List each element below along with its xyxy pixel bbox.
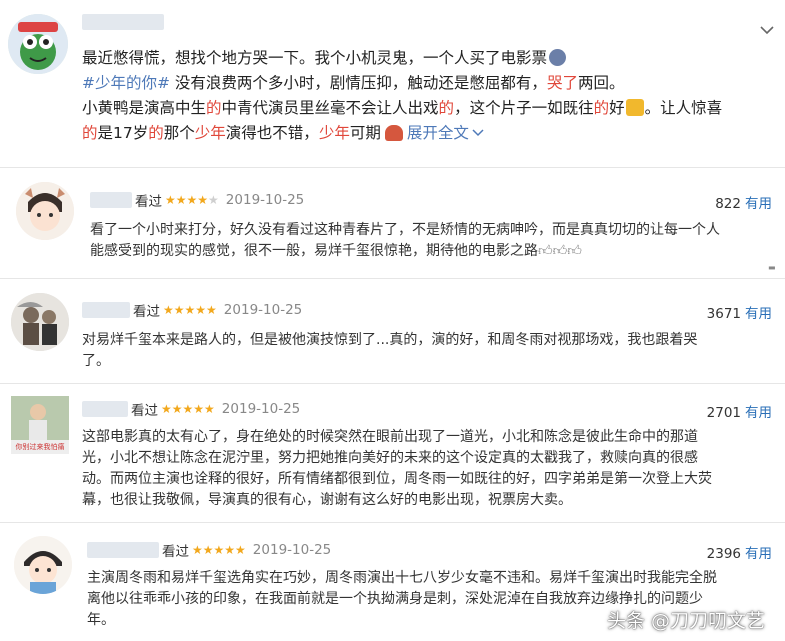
useful-vote[interactable]: 2396 有用 (707, 542, 772, 562)
useful-vote[interactable]: 822 有用 (715, 192, 772, 212)
cake-emoji-icon (384, 125, 403, 141)
reviewer-name-redacted[interactable] (82, 401, 128, 417)
photo-avatar-icon (11, 396, 69, 440)
review-meta: 看过 ★★★★★ 2019-10-25 (87, 541, 331, 560)
reviewer-name-redacted[interactable] (87, 542, 159, 558)
photo-avatar-icon (11, 293, 69, 351)
scroll-indicator: ▬ (768, 263, 776, 272)
chevron-down-icon (472, 129, 484, 137)
post-line-1: 最近憋得慌，想找个地方哭一下。我个小机灵鬼，一个人买了电影票 (82, 46, 782, 71)
thumbs-up-icon: 👍︎👍︎👍︎ (538, 243, 582, 259)
emoji-icon (549, 49, 567, 66)
review-divider (0, 522, 785, 523)
post-body: 最近憋得慌，想找个地方哭一下。我个小机灵鬼，一个人买了电影票 #少年的你# 没有… (82, 46, 782, 146)
chevron-down-icon[interactable] (760, 20, 774, 35)
review-text: 看了一个小时来打分，好久没有看过这种青春片了，不是矫情的无病呻吟，而是真真切切的… (90, 222, 720, 259)
review-text: 对易烊千玺本来是路人的，但是被他演技惊到了...真的，演的好，和周冬雨对视那场戏… (82, 332, 698, 369)
post-line-3: 小黄鸭是演高中生的中青代演员里丝毫不会让人出戏的，这个片子一如既往的好 。让人惊喜 (82, 99, 723, 117)
star-rating: ★★★★★ (165, 193, 219, 207)
post-divider (0, 167, 785, 168)
hashtag-link[interactable]: #少年的你# (82, 74, 170, 92)
review-text: 这部电影真的太有心了，身在绝处的时候突然在眼前出现了一道光，小北和陈念是彼此生命… (82, 429, 712, 508)
star-rating: ★★★★★ (163, 303, 217, 317)
review-meta: 看过 ★★★★★ 2019-10-25 (90, 191, 304, 210)
star-rating: ★★★★★ (161, 402, 215, 416)
reviewer-name-redacted[interactable] (82, 302, 130, 318)
cartoon-face-icon (16, 182, 74, 240)
poster-name-redacted[interactable] (82, 14, 164, 30)
review-avatar[interactable] (16, 182, 74, 240)
praise-emoji-icon (625, 99, 644, 116)
review-meta: 看过 ★★★★★ 2019-10-25 (82, 301, 302, 320)
review-divider (0, 383, 785, 384)
avatar-caption: 你别过来我怕痛 (11, 440, 69, 454)
review-avatar[interactable] (14, 536, 72, 594)
cartoon-face-icon (14, 536, 72, 594)
post-line-2: #少年的你# 没有浪费两个多小时，剧情压抑，触动还是憋屈都有，哭了两回。 (82, 74, 625, 92)
useful-vote[interactable]: 3671 有用 (707, 302, 772, 322)
post-line-4: 的是17岁的那个少年演得也不错，少年可期 展开全文 (82, 121, 782, 146)
review-avatar[interactable] (11, 293, 69, 351)
source-watermark: 头条 @刀刀叨文艺 (606, 610, 765, 632)
expand-full-text-link[interactable]: 展开全文 (407, 124, 484, 142)
frog-avatar-icon (8, 14, 68, 74)
review-avatar[interactable]: 你别过来我怕痛 (11, 396, 69, 454)
useful-vote[interactable]: 2701 有用 (707, 401, 772, 421)
review-meta: 看过 ★★★★★ 2019-10-25 (82, 400, 300, 419)
reviewer-name-redacted[interactable] (90, 192, 132, 208)
star-rating: ★★★★★ (192, 543, 246, 557)
poster-avatar[interactable] (8, 14, 68, 74)
review-divider (0, 278, 785, 279)
